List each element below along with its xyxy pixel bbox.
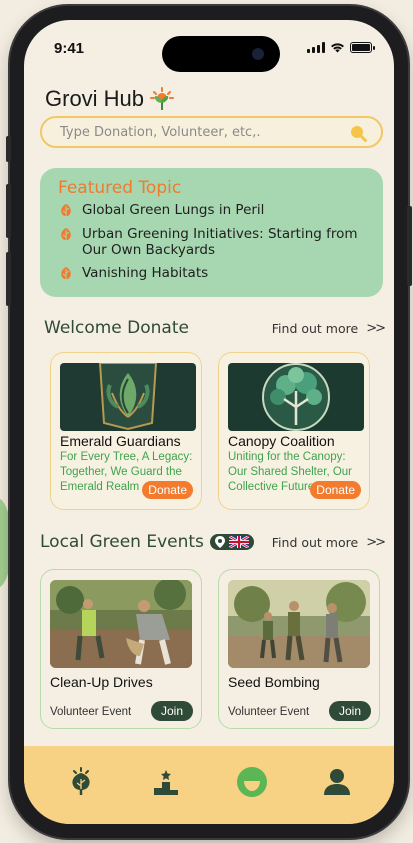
featured-topic-text: Global Green Lungs in Peril: [82, 202, 265, 218]
sprout-logo-icon: [150, 87, 175, 110]
power-button: [407, 206, 412, 286]
events-find-more-link[interactable]: Find out more >>: [271, 534, 386, 550]
profile-icon: [324, 769, 351, 795]
donate-section-title: Welcome Donate: [44, 318, 189, 338]
search-input[interactable]: [60, 124, 330, 140]
join-button[interactable]: Join: [150, 701, 193, 721]
status-time: 9:41: [54, 40, 85, 57]
donate-card[interactable]: Canopy Coalition Uniting for the Canopy:…: [218, 352, 370, 510]
mute-switch: [6, 136, 11, 162]
leaderboard-icon: [154, 770, 179, 795]
featured-topic-item[interactable]: Vanishing Habitats: [58, 265, 365, 282]
event-type-label: Volunteer Event: [228, 706, 310, 718]
event-card[interactable]: Seed Bombing Volunteer Event Join: [218, 569, 380, 729]
featured-topic-card: Featured Topic Global Green Lungs in Per…: [40, 168, 383, 297]
featured-topic-item[interactable]: Global Green Lungs in Peril: [58, 202, 365, 219]
app-screen: 9:41 Grovi Hub Type Donation, Volunteer,…: [24, 20, 394, 824]
event-type-label: Volunteer Event: [50, 706, 132, 718]
donate-button[interactable]: Donate: [142, 481, 193, 499]
volume-down-button: [6, 252, 11, 306]
description-line: For Every Tree, A Legacy:: [60, 451, 193, 463]
double-chevron-right-icon: >>: [366, 320, 386, 336]
featured-topic-item[interactable]: Urban Greening Initiatives: Starting fro…: [58, 226, 365, 258]
events-section-title: Local Green Events: [40, 532, 204, 552]
wifi-icon: [331, 43, 344, 53]
donate-section-header: Welcome Donate Find out more >>: [44, 318, 386, 338]
description-line: Together, We Guard the: [60, 466, 182, 478]
clean-up-drives-image: [50, 580, 192, 668]
location-pin-icon: [214, 536, 225, 548]
find-more-label: Find out more: [271, 534, 359, 550]
description-line: Uniting for the Canopy:: [228, 451, 346, 463]
nav-item-community[interactable]: [233, 763, 271, 801]
nav-item-leaderboard[interactable]: [147, 763, 185, 801]
location-language-pill[interactable]: [209, 534, 254, 550]
donate-find-more-link[interactable]: Find out more >>: [271, 320, 386, 336]
nav-item-home[interactable]: [62, 763, 100, 801]
status-bar: 9:41: [24, 20, 394, 72]
signal-icon: [307, 42, 325, 53]
battery-icon: [350, 42, 375, 53]
orange-leaf-icon: [61, 204, 71, 218]
donate-card-name: Emerald Guardians: [60, 433, 181, 449]
event-card-name: Seed Bombing: [228, 674, 320, 690]
donate-card[interactable]: Emerald Guardians For Every Tree, A Lega…: [50, 352, 202, 510]
dynamic-island: [162, 36, 280, 72]
orange-leaf-icon: [61, 267, 71, 281]
app-header: Grovi Hub: [45, 86, 175, 112]
featured-heading: Featured Topic: [58, 178, 182, 198]
seed-bombing-image: [228, 580, 370, 668]
find-more-label: Find out more: [271, 320, 359, 336]
leaf-icon: [72, 767, 90, 795]
description-line: Our Shared Shelter, Our: [228, 466, 353, 478]
bottom-navigation: [24, 746, 394, 824]
event-card[interactable]: Clean-Up Drives Volunteer Event Join: [40, 569, 202, 729]
system-icons: [307, 42, 375, 53]
event-card-name: Clean-Up Drives: [50, 674, 153, 690]
orange-leaf-icon: [61, 228, 71, 242]
donate-card-name: Canopy Coalition: [228, 433, 335, 449]
featured-topic-text: Urban Greening Initiatives: Starting fro…: [82, 226, 358, 258]
emerald-guardians-image: [60, 363, 196, 431]
nav-item-profile[interactable]: [318, 763, 356, 801]
join-button[interactable]: Join: [328, 701, 371, 721]
smile-icon: [236, 767, 267, 797]
search-icon[interactable]: [349, 124, 367, 142]
uk-flag-icon: [228, 536, 249, 548]
events-section-title-wrap: Local Green Events: [40, 532, 254, 552]
canopy-coalition-image: [228, 363, 364, 431]
featured-topic-text: Vanishing Habitats: [82, 265, 209, 281]
double-chevron-right-icon: >>: [366, 534, 386, 550]
phone-frame: 9:41 Grovi Hub Type Donation, Volunteer,…: [6, 6, 412, 838]
app-title: Grovi Hub: [45, 86, 145, 111]
donate-button[interactable]: Donate: [310, 481, 361, 499]
volume-up-button: [6, 184, 11, 238]
events-section-header: Local Green Events Find out more >>: [40, 532, 386, 552]
search-bar[interactable]: [40, 116, 383, 148]
